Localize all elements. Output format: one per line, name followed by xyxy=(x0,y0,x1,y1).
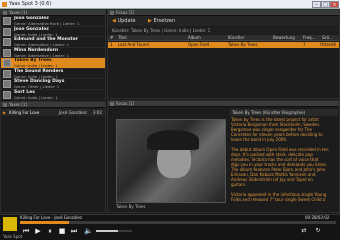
queue-artist: José González xyxy=(59,110,87,115)
repeat-button[interactable]: ↻ xyxy=(314,227,322,235)
next-button[interactable]: ⏭ xyxy=(70,227,78,235)
artist-list[interactable]: Jose Gonzalez Genre: Alternative Rock | L… xyxy=(1,16,105,100)
table-row[interactable]: 1 Lost And Found Open Field Taken By Tre… xyxy=(108,42,339,48)
col-header[interactable]: Grö... xyxy=(322,35,333,41)
panel-header: Yaxes [1] xyxy=(1,102,105,108)
refresh-icon: ◀ xyxy=(112,18,116,24)
artist-meta: Genre: Alternative | Lieder: 1 xyxy=(14,42,70,47)
artist-list-panel: Yaxes [1] Jose Gonzalez Genre: Alternativ… xyxy=(0,9,106,100)
player-cover xyxy=(3,217,17,231)
artist-thumbnail xyxy=(3,17,11,25)
prev-icon: ⏮ xyxy=(22,227,30,235)
artist-meta: Genre: Indie | Lieder: 1 xyxy=(14,63,58,68)
maximize-icon: □ xyxy=(323,2,328,8)
list-item[interactable]: Steve Dancing Days Genre: Other | Lieder:… xyxy=(1,79,105,90)
artist-meta: Genre: Indie | Lieder: 1 xyxy=(14,94,58,100)
artist-meta: Genre: Indie | Lieder: 1 xyxy=(14,73,58,79)
artist-thumbnail xyxy=(3,90,11,99)
volume-slider[interactable] xyxy=(96,230,132,232)
track-toolbar: ◀ Update ▶ Ersetzen xyxy=(108,16,339,26)
next-icon: ⏭ xyxy=(70,227,78,235)
panel-header-label: Yaxes [1] xyxy=(9,102,28,107)
col-header[interactable]: Bewertung xyxy=(273,35,295,41)
maximize-button[interactable]: □ xyxy=(321,1,330,8)
track-list-panel: Focus [1] ◀ Update ▶ Ersetzen Künstler: … xyxy=(107,9,340,99)
list-item[interactable]: Mina Nordendorn Genre: Alternative | Lied… xyxy=(1,48,105,58)
row-size: Ottzeit6 xyxy=(320,42,337,47)
replace-button[interactable]: ▶ Ersetzen xyxy=(148,18,175,24)
panel-header-label: Focus [1] xyxy=(116,101,135,106)
filter-breadcrumb: Künstler: Taken By Trees | Genre: Indie … xyxy=(108,27,339,34)
pause-icon: ⏸ xyxy=(48,227,52,235)
col-header[interactable]: Album xyxy=(188,35,201,41)
artist-thumbnail xyxy=(3,80,11,88)
close-icon: × xyxy=(332,2,337,8)
minimize-button[interactable]: – xyxy=(312,1,321,8)
artist-thumbnail xyxy=(3,69,11,78)
title-bar: Yaas Spot 3 (0.6) – □ × xyxy=(0,0,340,9)
app-icon xyxy=(2,2,7,7)
shuffle-icon: ⇄ xyxy=(301,227,307,234)
volume-icon: 🔈 xyxy=(84,227,93,235)
play-button[interactable]: ▶ xyxy=(34,227,42,235)
panel-header-label: Yaxes [1] xyxy=(9,10,28,15)
queue-time: 3:02 xyxy=(93,110,102,115)
artist-meta: Genre: Indie | Lieder: 1 xyxy=(14,31,58,37)
artist-meta: Genre: Alternative | Lieder: 1 xyxy=(14,52,70,58)
stop-icon: ■ xyxy=(58,227,66,235)
bio-title: Taken By Trees (Künstler Biographie) xyxy=(230,109,338,116)
list-item[interactable]: Sort Les Genre: Indie | Lieder: 1 xyxy=(1,90,105,100)
prev-button[interactable]: ⏮ xyxy=(22,227,30,235)
artist-biography: Taken by Trees is the latest project for… xyxy=(231,117,329,202)
window-title: Yaas Spot 3 (0.6) xyxy=(9,1,52,7)
play-icon: ▶ xyxy=(3,110,7,115)
row-album: Open Field xyxy=(188,42,210,47)
col-header[interactable]: Freq... xyxy=(303,35,315,41)
artist-thumbnail xyxy=(3,38,11,46)
panel-header: Focus [1] xyxy=(108,101,339,107)
panel-header-label: Focus [1] xyxy=(116,10,135,15)
list-item[interactable]: Jose Gonzalez Genre: Alternative Rock | L… xyxy=(1,16,105,27)
seek-bar[interactable] xyxy=(20,221,336,224)
col-header[interactable]: # xyxy=(110,35,113,41)
col-header[interactable]: Künstler xyxy=(228,35,244,41)
stop-button[interactable]: ■ xyxy=(58,227,66,235)
now-playing-panel: Yaxes [1] ▶ Killing For Love José Gonzál… xyxy=(0,101,106,213)
close-button[interactable]: × xyxy=(330,1,339,8)
row-artist: Taken By Trees xyxy=(228,42,258,47)
queue-row[interactable]: ▶ Killing For Love José González 3:02 xyxy=(1,109,105,116)
forward-icon: ▶ xyxy=(148,18,152,24)
volume-button[interactable]: 🔈 xyxy=(84,227,93,235)
track-table-header: # Titel Album Künstler Bewertung Freq...… xyxy=(108,35,339,41)
list-item[interactable]: Jose Gonzalez Genre: Indie | Lieder: 1 xyxy=(1,27,105,37)
row-title: Lost And Found xyxy=(118,42,149,47)
artist-thumbnail xyxy=(3,59,11,67)
queue-track: Killing For Love xyxy=(9,110,40,115)
artist-meta: Genre: Alternative Rock | Lieder: 1 xyxy=(14,21,80,26)
cover-hair xyxy=(147,130,199,150)
play-icon: ▶ xyxy=(35,227,41,235)
list-item[interactable]: Edmund and the Monster Genre: Alternative… xyxy=(1,37,105,48)
album-cover xyxy=(116,119,226,203)
artist-meta: Genre: Other | Lieder: 1 xyxy=(14,84,60,89)
info-panel: Focus [1] Taken By Trees Taken By Trees … xyxy=(107,100,340,213)
shuffle-button[interactable]: ⇄ xyxy=(300,227,308,235)
artist-thumbnail xyxy=(3,48,11,57)
player-bar: Killing For Love - José González 00:28/0… xyxy=(0,214,340,240)
pause-button[interactable]: ⏸ xyxy=(46,227,54,235)
col-header[interactable]: Titel xyxy=(118,35,127,41)
volume-fill xyxy=(96,230,118,232)
cover-caption: Taken By Trees xyxy=(116,204,146,209)
seek-fill xyxy=(20,221,69,224)
row-freq: 7 xyxy=(303,42,306,47)
list-item[interactable]: The Sound Renders Genre: Indie | Lieder: … xyxy=(1,69,105,79)
row-num: 1 xyxy=(110,42,113,47)
list-item[interactable]: Taken By Trees Genre: Indie | Lieder: 1 xyxy=(1,58,105,69)
repeat-icon: ↻ xyxy=(315,227,321,234)
minimize-icon: – xyxy=(315,2,318,8)
status-text: Yaas Spot xyxy=(3,234,23,239)
artist-thumbnail xyxy=(3,27,11,36)
update-button[interactable]: ◀ Update xyxy=(112,18,136,24)
